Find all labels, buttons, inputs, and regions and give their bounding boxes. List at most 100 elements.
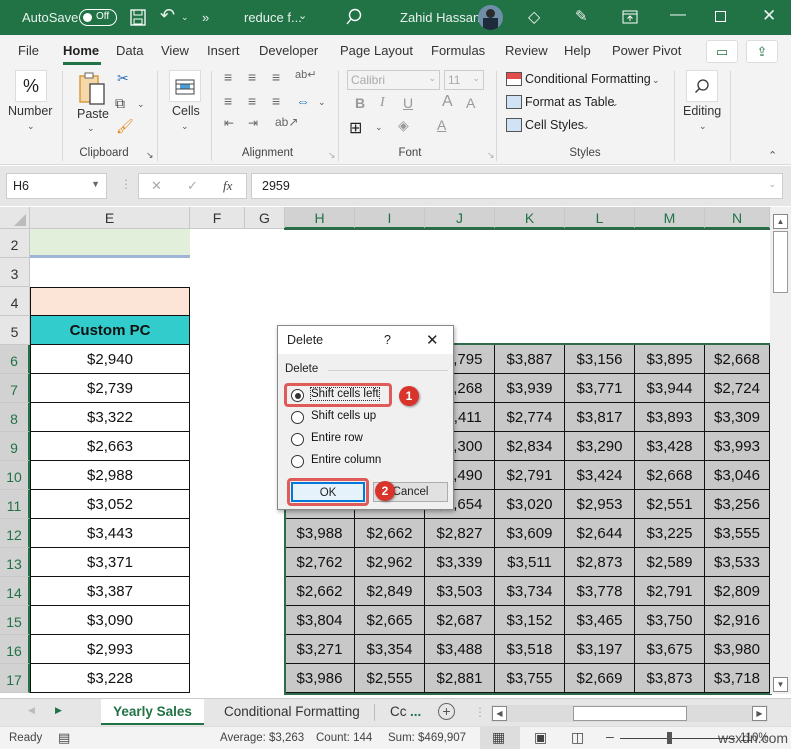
cell-l14[interactable]: $3,778: [565, 577, 635, 606]
vertical-scrollbar[interactable]: ▲ ▼: [770, 207, 791, 694]
cell-i16[interactable]: $3,354: [355, 635, 425, 664]
name-box-dropdown-icon[interactable]: ▼: [91, 179, 100, 189]
cell-j12[interactable]: $2,827: [425, 519, 495, 548]
zoom-slider-thumb[interactable]: [667, 732, 672, 744]
cell-k11[interactable]: $3,020: [495, 490, 565, 519]
cells-label[interactable]: Cells: [172, 104, 200, 118]
cell-k15[interactable]: $3,152: [495, 606, 565, 635]
cell-m15[interactable]: $3,750: [635, 606, 705, 635]
tab-data[interactable]: Data: [116, 43, 143, 58]
row-header-11[interactable]: 11: [0, 490, 30, 519]
row-header-14[interactable]: 14: [0, 577, 30, 606]
cell-l10[interactable]: $3,424: [565, 461, 635, 490]
clipboard-launcher-icon[interactable]: ↘: [146, 150, 154, 161]
select-all-button[interactable]: [0, 207, 30, 229]
undo-icon[interactable]: ↶: [160, 5, 175, 26]
alignment-launcher-icon[interactable]: ↘: [328, 150, 336, 161]
cell-l15[interactable]: $3,465: [565, 606, 635, 635]
cell-e4[interactable]: [30, 287, 190, 316]
status-count[interactable]: Count: 144: [316, 732, 372, 744]
formula-bar-grip-icon[interactable]: ⋮: [120, 177, 132, 191]
bold-button[interactable]: B: [355, 95, 365, 111]
dialog-close-button[interactable]: ✕: [426, 331, 439, 349]
row-header-7[interactable]: 7: [0, 374, 30, 403]
cell-h15[interactable]: $3,804: [285, 606, 355, 635]
editing-dropdown-icon[interactable]: ⌄: [699, 121, 707, 132]
cell-m6[interactable]: $3,895: [635, 345, 705, 374]
fill-color-icon[interactable]: ◈: [398, 117, 409, 134]
name-box[interactable]: H6 ▼: [6, 173, 107, 199]
column-header-g[interactable]: G: [245, 207, 285, 229]
cell-k10[interactable]: $2,791: [495, 461, 565, 490]
row-header-2[interactable]: 2: [0, 229, 30, 258]
cell-e5-header[interactable]: Custom PC: [30, 316, 190, 345]
cell-i17[interactable]: $2,555: [355, 664, 425, 693]
row-header-3[interactable]: 3: [0, 258, 30, 287]
middle-align-icon[interactable]: ≡: [248, 69, 256, 85]
column-header-k[interactable]: K: [495, 207, 565, 229]
cell-n16[interactable]: $3,980: [705, 635, 770, 664]
editing-button[interactable]: [686, 70, 718, 102]
cell-l13[interactable]: $2,873: [565, 548, 635, 577]
cell-l11[interactable]: $2,953: [565, 490, 635, 519]
row-header-17[interactable]: 17: [0, 664, 30, 693]
more-sheets-button[interactable]: ...: [410, 699, 421, 725]
cell-k7[interactable]: $3,939: [495, 374, 565, 403]
font-color-button[interactable]: A: [437, 117, 446, 133]
cell-e11[interactable]: $3,052: [30, 490, 190, 519]
cut-icon[interactable]: ✂: [117, 70, 129, 87]
option-shift-cells-up[interactable]: Shift cells up: [311, 410, 376, 422]
radio-entire-column[interactable]: [291, 455, 304, 468]
align-right-icon[interactable]: ≡: [272, 93, 280, 109]
shrink-font-button[interactable]: A: [466, 95, 475, 111]
cell-k16[interactable]: $3,518: [495, 635, 565, 664]
cell-j16[interactable]: $3,488: [425, 635, 495, 664]
undo-dropdown-icon[interactable]: ⌄: [181, 12, 189, 23]
editing-label[interactable]: Editing: [683, 104, 721, 118]
paste-dropdown-icon[interactable]: ⌄: [87, 123, 95, 134]
scroll-left-button[interactable]: ◀: [492, 706, 507, 721]
cell-e17[interactable]: $3,228: [30, 664, 190, 693]
vertical-scroll-thumb[interactable]: [773, 231, 788, 293]
option-entire-column[interactable]: Entire column: [311, 454, 381, 466]
autosave-toggle[interactable]: Off: [79, 9, 117, 26]
cell-e9[interactable]: $2,663: [30, 432, 190, 461]
cell-k8[interactable]: $2,774: [495, 403, 565, 432]
cell-h16[interactable]: $3,271: [285, 635, 355, 664]
cell-l9[interactable]: $3,290: [565, 432, 635, 461]
save-icon[interactable]: [130, 9, 146, 26]
tab-view[interactable]: View: [161, 43, 189, 58]
row-header-8[interactable]: 8: [0, 403, 30, 432]
tab-developer[interactable]: Developer: [259, 43, 318, 58]
conditional-formatting-dropdown-icon[interactable]: ⌄: [652, 75, 660, 86]
cell-k9[interactable]: $2,834: [495, 432, 565, 461]
tab-formulas[interactable]: Formulas: [431, 43, 485, 58]
prev-sheet-icon[interactable]: ◀: [28, 705, 35, 716]
cell-e7[interactable]: $2,739: [30, 374, 190, 403]
column-header-l[interactable]: L: [565, 207, 635, 229]
expand-formula-icon[interactable]: ⌄: [768, 179, 776, 190]
merge-center-icon[interactable]: ⇔: [296, 93, 310, 109]
align-center-icon[interactable]: ≡: [248, 93, 256, 109]
decrease-indent-icon[interactable]: ⇤: [224, 116, 234, 130]
conditional-formatting-button[interactable]: Conditional Formatting: [525, 72, 651, 86]
cell-m17[interactable]: $3,873: [635, 664, 705, 693]
column-header-n[interactable]: N: [705, 207, 770, 229]
merge-dropdown-icon[interactable]: ⌄: [318, 97, 326, 108]
tab-splitter-handle[interactable]: ⋮: [474, 705, 486, 719]
cell-n17[interactable]: $3,718: [705, 664, 770, 693]
cell-m16[interactable]: $3,675: [635, 635, 705, 664]
number-dropdown-icon[interactable]: ⌄: [27, 121, 35, 132]
row-header-10[interactable]: 10: [0, 461, 30, 490]
accessibility-icon[interactable]: ▤: [58, 730, 70, 746]
top-align-icon[interactable]: ≡: [224, 69, 232, 85]
cell-e13[interactable]: $3,371: [30, 548, 190, 577]
cell-m12[interactable]: $3,225: [635, 519, 705, 548]
cell-m13[interactable]: $2,589: [635, 548, 705, 577]
underline-button[interactable]: U: [403, 95, 413, 111]
status-average[interactable]: Average: $3,263: [220, 732, 304, 744]
row-header-15[interactable]: 15: [0, 606, 30, 635]
tab-review[interactable]: Review: [505, 43, 548, 58]
font-name-select[interactable]: Calibri ⌄: [347, 70, 440, 90]
insert-function-button[interactable]: fx: [223, 178, 232, 194]
